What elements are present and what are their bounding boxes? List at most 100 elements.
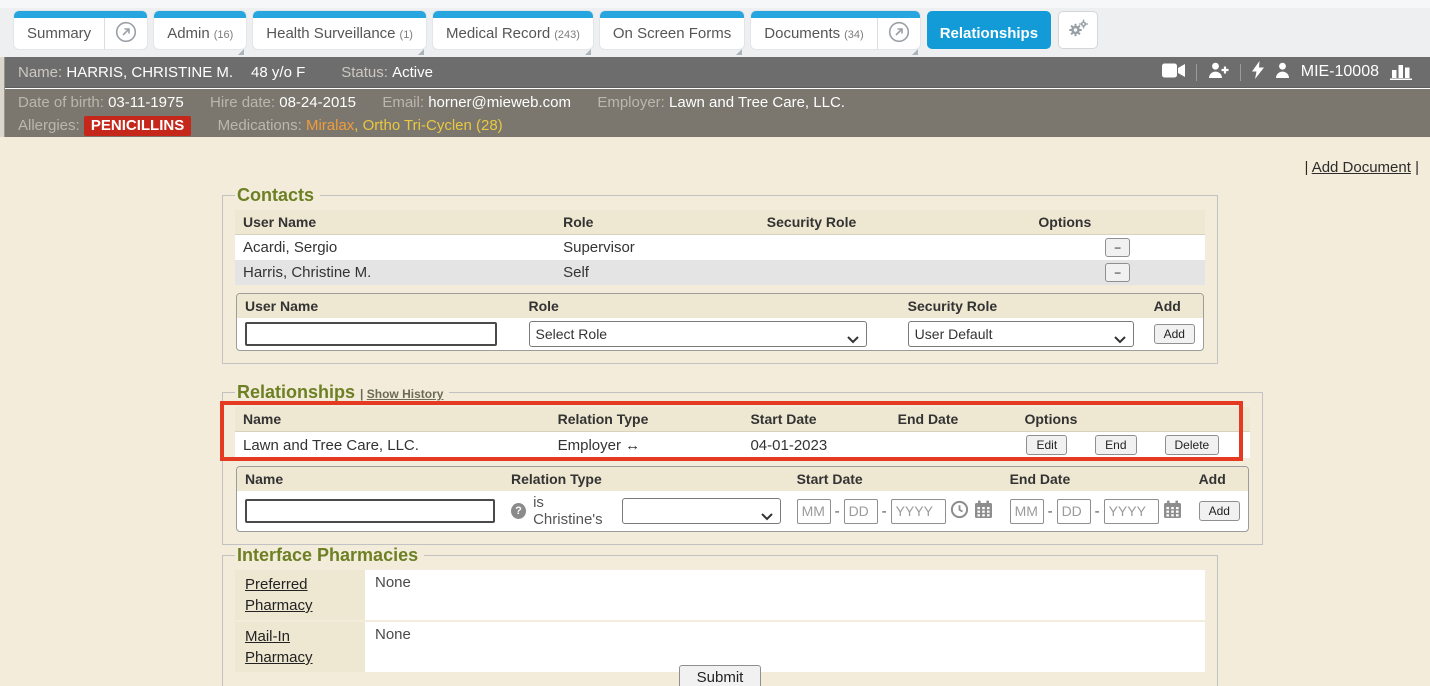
tab-group-on-screen-forms: On Screen Forms: [600, 11, 744, 49]
person-icon[interactable]: [1275, 62, 1290, 83]
contact-role-select[interactable]: Select Role: [530, 322, 866, 346]
date-separator: -: [1048, 503, 1053, 520]
contact-role-select-wrap: Select Role: [529, 321, 867, 347]
contact-security-role-select[interactable]: User Default: [909, 322, 1133, 346]
relationships-table: Name Relation Type Start Date End Date O…: [235, 407, 1250, 458]
relationships-title: Relationships: [237, 382, 355, 402]
contact-user-name-input[interactable]: [245, 322, 497, 346]
relation-type-select[interactable]: [623, 499, 780, 523]
demographics-bar: Date of birth: 03-11-1975 Hire date: 08-…: [0, 89, 1430, 137]
add-contact-header-security-role: Security Role: [900, 294, 1146, 318]
relationship-type: Employer: [558, 437, 621, 454]
tab-admin[interactable]: Admin (16): [154, 18, 246, 49]
help-icon[interactable]: ?: [511, 503, 526, 519]
preferred-pharmacy-link[interactable]: Preferred Pharmacy: [245, 576, 313, 614]
tab-documents[interactable]: Documents (34): [751, 18, 876, 49]
pipe: |: [360, 387, 363, 401]
summary-jump-button[interactable]: [104, 18, 147, 49]
add-contact-button[interactable]: Add: [1154, 324, 1195, 344]
add-relationship-button[interactable]: Add: [1199, 501, 1240, 521]
main-content: | Add Document | Contacts User Name Role…: [0, 137, 1430, 686]
add-relationship-header-add: Add: [1191, 467, 1248, 491]
contacts-header-role: Role: [555, 210, 759, 235]
contact-row: Acardi, Sergio Supervisor −: [235, 235, 1205, 261]
documents-jump-button[interactable]: [877, 18, 920, 49]
tab-summary[interactable]: Summary: [14, 18, 104, 49]
dob-label: Date of birth:: [18, 94, 104, 111]
relationships-header-name: Name: [235, 407, 550, 432]
contacts-table: User Name Role Security Role Options Aca…: [235, 210, 1205, 285]
lightning-icon[interactable]: [1252, 61, 1264, 83]
contact-user-name: Harris, Christine M.: [235, 260, 555, 285]
contacts-section: Contacts User Name Role Security Role Op…: [222, 185, 1218, 364]
submit-button[interactable]: Submit: [679, 665, 762, 686]
patient-header-bar: Name: HARRIS, CHRISTINE M. 48 y/o F Stat…: [0, 57, 1430, 88]
add-relationship-header-relation-type: Relation Type: [503, 467, 789, 491]
add-contact-header-role: Role: [521, 294, 900, 318]
remove-contact-button[interactable]: −: [1105, 238, 1130, 257]
divider: [1240, 64, 1241, 81]
add-contact-header-add: Add: [1146, 294, 1203, 318]
start-day-input[interactable]: [844, 499, 878, 524]
tab-medical-record[interactable]: Medical Record (243): [433, 18, 593, 49]
settings-button[interactable]: [1058, 11, 1098, 49]
start-year-input[interactable]: [891, 499, 946, 524]
show-history-link[interactable]: Show History: [367, 387, 444, 401]
tab-on-screen-forms[interactable]: On Screen Forms: [600, 18, 744, 49]
patient-id: MIE-10008: [1301, 63, 1379, 81]
mail-in-pharmacy-link[interactable]: Mail-In Pharmacy: [245, 628, 313, 666]
contact-row: Harris, Christine M. Self −: [235, 260, 1205, 285]
add-person-icon[interactable]: [1208, 62, 1229, 83]
tab-health-surveillance-count: (1): [400, 29, 413, 41]
date-separator: -: [1095, 503, 1100, 520]
calendar-icon[interactable]: [974, 500, 993, 523]
calendar-icon[interactable]: [1163, 500, 1182, 523]
double-arrow-icon: ↔: [625, 437, 640, 454]
pharmacy-row: Preferred Pharmacy None: [235, 570, 1205, 621]
clock-icon[interactable]: [950, 500, 969, 523]
date-separator: -: [882, 503, 887, 520]
add-document-link[interactable]: Add Document: [1312, 159, 1411, 176]
jump-arrow-icon: [115, 21, 137, 47]
end-day-input[interactable]: [1057, 499, 1091, 524]
patient-age-sex: 48 y/o F: [251, 64, 305, 81]
preferred-pharmacy-value: None: [365, 570, 1205, 621]
end-month-input[interactable]: [1010, 499, 1044, 524]
end-year-input[interactable]: [1104, 499, 1159, 524]
tab-health-surveillance[interactable]: Health Surveillance (1): [253, 18, 426, 49]
email-value: horner@mieweb.com: [428, 94, 571, 111]
edit-relationship-button[interactable]: Edit: [1026, 435, 1067, 455]
page: Summary Admin (16) Health Surveillance (…: [0, 0, 1430, 686]
remove-contact-button[interactable]: −: [1105, 263, 1130, 282]
relationship-row: Lawn and Tree Care, LLC. Employer ↔ 04-0…: [235, 432, 1250, 459]
tab-group-relationships: Relationships: [927, 11, 1051, 49]
tab-relationships[interactable]: Relationships: [927, 18, 1051, 49]
video-camera-icon[interactable]: [1162, 63, 1185, 82]
start-month-input[interactable]: [797, 499, 831, 524]
relationship-name-input[interactable]: [245, 499, 495, 523]
possessive-hint: is Christine's: [533, 494, 613, 528]
tab-group-health-surveillance: Health Surveillance (1): [253, 11, 426, 49]
relationships-section: Relationships | Show History Name Relati…: [222, 382, 1263, 545]
end-relationship-button[interactable]: End: [1095, 435, 1136, 455]
tab-documents-label: Documents: [764, 25, 840, 42]
pipe: |: [1304, 159, 1308, 176]
medication-2[interactable]: Ortho Tri-Cyclen (28): [363, 117, 503, 134]
medication-1[interactable]: Miralax: [306, 117, 354, 134]
add-contact-header-user-name: User Name: [237, 294, 521, 318]
dob-value: 03-11-1975: [108, 94, 184, 111]
patient-name: HARRIS, CHRISTINE M.: [66, 64, 233, 81]
delete-relationship-button[interactable]: Delete: [1165, 435, 1220, 455]
pharmacies-table: Preferred Pharmacy None Mail-In Pharmacy…: [235, 570, 1205, 674]
hire-date-label: Hire date:: [210, 94, 275, 111]
contact-security-role-select-wrap: User Default: [908, 321, 1134, 347]
add-relationship-box: Name Relation Type Start Date End Date A…: [236, 466, 1249, 532]
allergy-badge[interactable]: PENICILLINS: [84, 116, 191, 136]
relation-type-select-wrap: [622, 498, 781, 524]
tab-admin-label: Admin: [167, 25, 210, 42]
tab-group-admin: Admin (16): [154, 11, 246, 49]
chart-icon[interactable]: [1390, 61, 1414, 84]
tab-bar: Summary Admin (16) Health Surveillance (…: [0, 0, 1430, 57]
jump-arrow-icon: [888, 21, 910, 47]
relationship-name: Lawn and Tree Care, LLC.: [235, 432, 550, 459]
